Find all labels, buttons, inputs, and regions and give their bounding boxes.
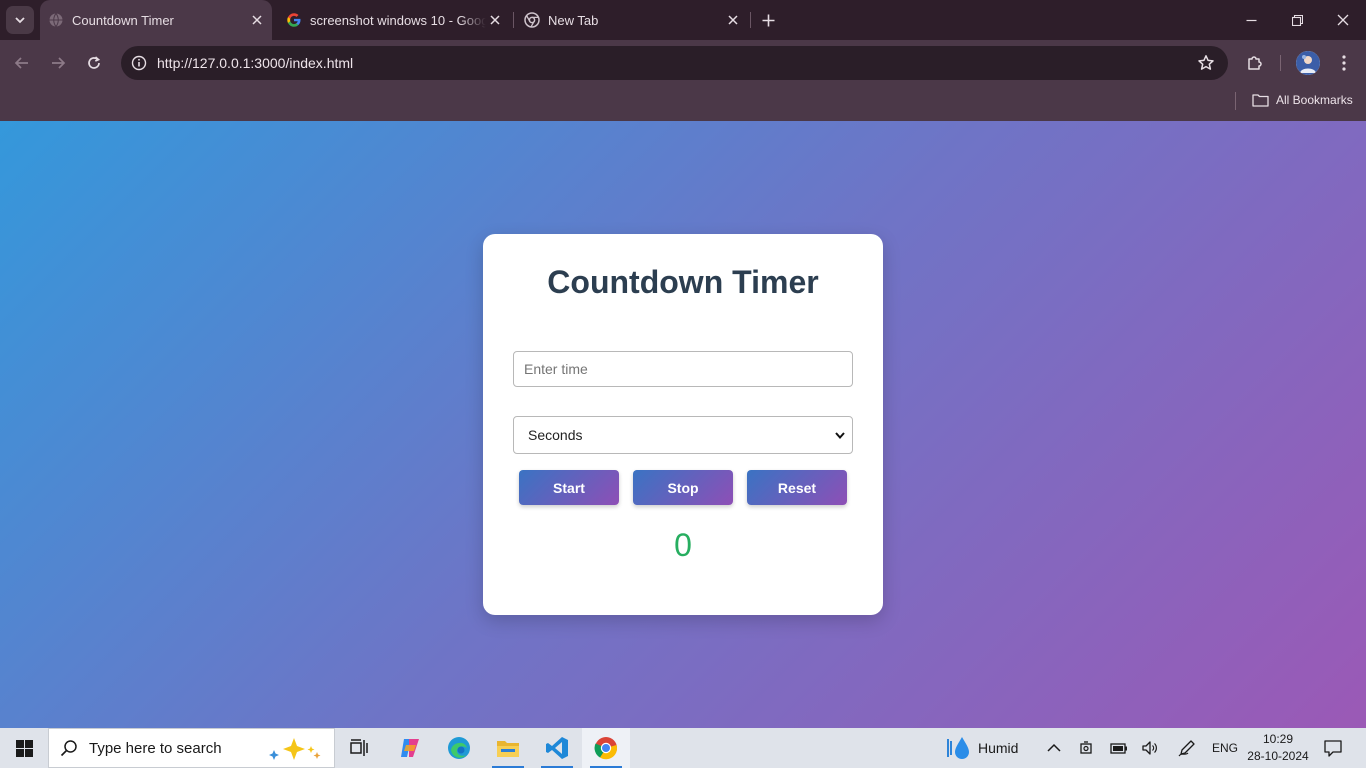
tab-title: Countdown Timer <box>72 12 174 28</box>
back-button[interactable] <box>8 49 36 77</box>
google-icon <box>286 12 302 28</box>
meet-now-tray[interactable] <box>1073 728 1101 768</box>
bookmark-star-icon[interactable] <box>1196 53 1216 73</box>
weather-label: Humid <box>978 740 1019 756</box>
reset-button[interactable]: Reset <box>747 470 847 505</box>
windows-logo-icon <box>15 739 33 757</box>
url-text: http://127.0.0.1:3000/index.html <box>157 55 354 71</box>
tab-separator <box>750 12 751 28</box>
task-view-button[interactable] <box>336 728 384 768</box>
minimize-button[interactable] <box>1228 0 1274 40</box>
reload-icon <box>88 56 101 69</box>
tab-title: screenshot windows 10 - Google <box>310 12 486 28</box>
battery-tray[interactable] <box>1105 728 1133 768</box>
volume-tray[interactable] <box>1136 728 1164 768</box>
close-icon[interactable] <box>486 11 504 29</box>
chevron-up-icon <box>1047 743 1061 752</box>
more-vertical-icon <box>1342 55 1346 71</box>
all-bookmarks-label: All Bookmarks <box>1276 93 1353 107</box>
restore-icon <box>1291 14 1303 26</box>
chevron-down-icon <box>15 17 25 24</box>
action-center-button[interactable] <box>1318 728 1348 768</box>
extensions-button[interactable] <box>1241 49 1269 77</box>
avatar-icon <box>1296 51 1320 75</box>
plus-icon <box>762 14 774 26</box>
sparkle-icon <box>269 738 321 760</box>
chrome-menu-button[interactable] <box>1330 49 1358 77</box>
reload-button[interactable] <box>80 49 108 77</box>
folder-icon <box>497 741 519 757</box>
start-button[interactable] <box>0 728 48 768</box>
file-explorer-app[interactable] <box>484 728 532 768</box>
show-hidden-icons-button[interactable] <box>1040 728 1068 768</box>
arrow-right-icon <box>52 57 66 69</box>
countdown-display: 0 <box>674 527 692 563</box>
notification-icon <box>1324 739 1342 757</box>
camera-icon <box>1080 741 1092 754</box>
clock-time: 10:29 <box>1262 732 1294 746</box>
chrome-icon <box>594 737 618 760</box>
tab-search-button[interactable] <box>6 6 34 34</box>
new-tab-button[interactable] <box>757 9 779 31</box>
taskbar-clock[interactable]: 10:29 28-10-2024 <box>1244 731 1312 765</box>
edge-icon <box>448 737 470 759</box>
chevron-down-icon <box>835 432 845 440</box>
edge-app[interactable] <box>435 728 483 768</box>
bookmarks-bar: All Bookmarks <box>0 86 1366 121</box>
page-viewport: Countdown Timer Seconds Start Stop Reset… <box>0 121 1366 728</box>
task-view-icon <box>350 739 368 756</box>
browser-toolbar: http://127.0.0.1:3000/index.html <box>0 40 1366 86</box>
pen-icon <box>1178 740 1195 757</box>
puzzle-icon <box>1248 56 1262 70</box>
battery-icon <box>1110 743 1127 754</box>
arrow-left-icon <box>14 57 28 69</box>
taskbar-search[interactable]: Type here to search <box>48 728 335 768</box>
windows-taskbar: Type here to search Humid ENG 10:29 28-1… <box>0 728 1366 768</box>
page-title: Countdown Timer <box>547 264 819 300</box>
tab-countdown-timer[interactable]: Countdown Timer <box>40 0 272 40</box>
tab-separator <box>513 12 514 28</box>
stop-button[interactable]: Stop <box>633 470 733 505</box>
chrome-icon <box>524 12 540 28</box>
time-input[interactable] <box>513 351 853 387</box>
unit-select[interactable]: Seconds <box>513 416 853 454</box>
site-info-icon[interactable] <box>129 53 149 73</box>
vscode-app[interactable] <box>533 728 581 768</box>
folder-icon <box>1251 91 1269 109</box>
forward-button[interactable] <box>44 49 72 77</box>
taskbar-search-placeholder: Type here to search <box>89 739 222 757</box>
address-bar[interactable]: http://127.0.0.1:3000/index.html <box>121 46 1228 80</box>
all-bookmarks-button[interactable]: All Bookmarks <box>1251 91 1353 109</box>
input-language[interactable]: ENG <box>1212 728 1238 768</box>
close-icon[interactable] <box>248 11 266 29</box>
close-window-button[interactable] <box>1320 0 1366 40</box>
copilot-app[interactable] <box>386 728 434 768</box>
tab-title: New Tab <box>548 12 599 28</box>
restore-button[interactable] <box>1274 0 1320 40</box>
pen-tray[interactable] <box>1173 728 1201 768</box>
browser-tab-strip: Countdown Timer screenshot windows 10 - … <box>0 0 1366 40</box>
timer-card: Countdown Timer Seconds Start Stop Reset… <box>483 234 883 615</box>
profile-avatar[interactable] <box>1296 51 1320 75</box>
chrome-app[interactable] <box>582 728 630 768</box>
minimize-icon <box>1246 19 1256 21</box>
search-icon <box>59 738 79 758</box>
clock-date: 28-10-2024 <box>1247 749 1309 763</box>
copilot-icon <box>401 739 419 757</box>
start-button[interactable]: Start <box>519 470 619 505</box>
toolbar-separator <box>1280 55 1281 71</box>
close-icon <box>1337 14 1349 26</box>
water-drop-icon <box>947 737 969 759</box>
weather-widget[interactable]: Humid <box>944 728 1018 768</box>
globe-icon <box>48 12 64 28</box>
unit-select-value: Seconds <box>528 427 583 443</box>
tab-google-search[interactable]: screenshot windows 10 - Google <box>278 0 510 40</box>
close-icon[interactable] <box>724 11 742 29</box>
tab-new-tab[interactable]: New Tab <box>516 0 748 40</box>
vscode-icon <box>546 737 568 759</box>
speaker-icon <box>1142 741 1157 755</box>
bookmarks-separator <box>1235 92 1236 110</box>
